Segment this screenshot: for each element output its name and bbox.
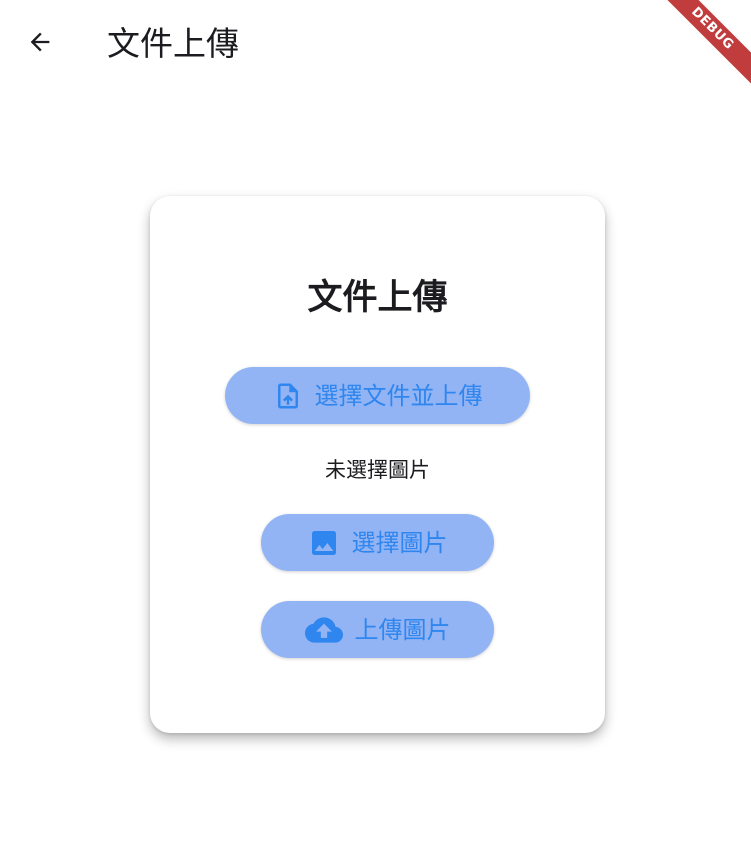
upload-card: 文件上傳 選擇文件並上傳 未選擇圖片 選擇圖片 上傳圖片: [150, 196, 605, 733]
image-status-text: 未選擇圖片: [325, 458, 430, 482]
cloud-upload-icon: [304, 611, 343, 649]
select-file-upload-button[interactable]: 選擇文件並上傳: [225, 367, 530, 424]
upload-image-button[interactable]: 上傳圖片: [261, 601, 494, 658]
page-title: 文件上傳: [107, 24, 239, 63]
app-bar: 文件上傳: [0, 0, 751, 88]
image-icon: [308, 527, 340, 559]
select-image-button[interactable]: 選擇圖片: [261, 514, 494, 571]
back-button[interactable]: [16, 20, 64, 68]
select-image-label: 選擇圖片: [351, 528, 448, 557]
select-file-upload-label: 選擇文件並上傳: [314, 381, 483, 410]
arrow-back-icon: [26, 28, 54, 60]
file-upload-icon: [273, 381, 303, 411]
card-title: 文件上傳: [307, 278, 448, 318]
screen: 文件上傳 DEBUG 文件上傳 選擇文件並上傳 未選擇圖片 選擇圖片 上傳圖片: [0, 0, 751, 842]
upload-image-label: 上傳圖片: [354, 615, 451, 644]
